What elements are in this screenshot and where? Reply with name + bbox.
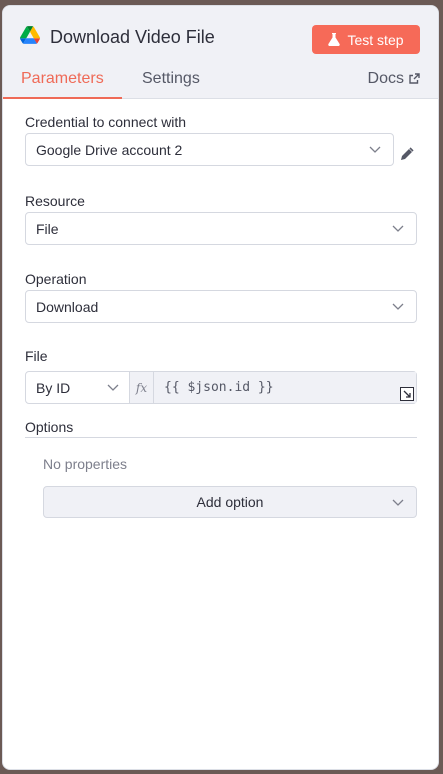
- external-link-icon: [409, 73, 420, 84]
- resource-select[interactable]: File: [25, 212, 417, 245]
- expand-icon[interactable]: [400, 387, 414, 401]
- credential-value: Google Drive account 2: [36, 141, 183, 158]
- node-panel: Download Video File Test step Parameters…: [2, 5, 439, 770]
- chevron-down-icon: [107, 384, 119, 391]
- tab-docs[interactable]: Docs: [368, 70, 420, 99]
- chevron-down-icon: [369, 146, 381, 153]
- test-step-label: Test step: [347, 31, 404, 48]
- chevron-down-icon: [392, 499, 404, 506]
- file-input-row: By ID fx {{ $json.id }}: [25, 371, 417, 404]
- chevron-down-icon: [392, 225, 404, 232]
- file-mode-select[interactable]: By ID: [26, 372, 130, 403]
- operation-value: Download: [36, 298, 99, 315]
- panel-header: Download Video File Test step Parameters…: [3, 6, 438, 99]
- options-divider: [25, 437, 417, 438]
- expression-value: {{ $json.id }}: [164, 380, 274, 395]
- file-label: File: [25, 348, 48, 364]
- resource-label: Resource: [25, 193, 85, 209]
- resource-value: File: [36, 220, 59, 237]
- docs-label: Docs: [367, 70, 404, 87]
- title-row: Download Video File: [20, 26, 215, 49]
- fx-icon: fx: [130, 372, 154, 403]
- tab-settings[interactable]: Settings: [142, 70, 200, 99]
- options-label: Options: [25, 419, 74, 435]
- operation-select[interactable]: Download: [25, 290, 417, 323]
- operation-label: Operation: [25, 271, 87, 287]
- flask-icon: [328, 33, 341, 46]
- credential-label: Credential to connect with: [25, 114, 187, 130]
- add-option-label: Add option: [196, 494, 264, 510]
- add-option-button[interactable]: Add option: [43, 486, 417, 518]
- google-drive-icon: [20, 26, 40, 49]
- tab-parameters[interactable]: Parameters: [3, 70, 122, 99]
- credential-select[interactable]: Google Drive account 2: [25, 133, 394, 166]
- file-expression-input[interactable]: {{ $json.id }}: [154, 372, 416, 403]
- no-properties-text: No properties: [43, 456, 128, 472]
- file-mode-value: By ID: [36, 379, 71, 396]
- edit-pencil-icon[interactable]: [400, 147, 414, 161]
- chevron-down-icon: [392, 303, 404, 310]
- node-title: Download Video File: [50, 27, 215, 47]
- test-step-button[interactable]: Test step: [312, 25, 420, 54]
- tab-bar: Parameters Settings Docs: [3, 66, 438, 99]
